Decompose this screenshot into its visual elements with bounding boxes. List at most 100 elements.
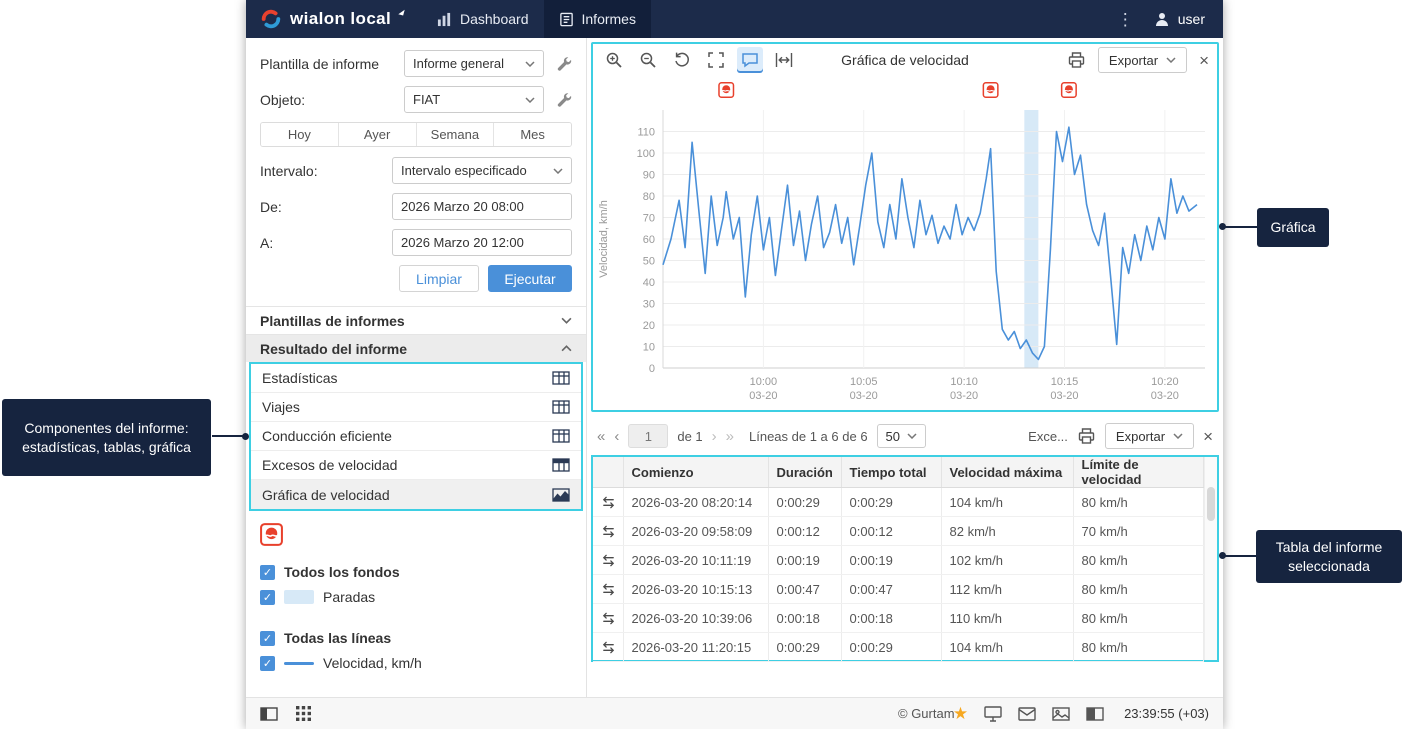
component-excesos-velocidad[interactable]: Excesos de velocidad [251,451,581,480]
svg-text:60: 60 [643,234,655,246]
execute-button[interactable]: Ejecutar [488,265,572,292]
checkbox-velocidad[interactable] [260,656,275,671]
interval-label: Intervalo: [260,163,318,179]
column-header[interactable]: Duración [768,457,841,488]
svg-text:10:05: 10:05 [850,376,878,388]
bottom-bar: © Gurtam ★ 23:39:55 (+03) [246,697,1223,729]
from-label: De: [260,199,282,215]
column-header[interactable]: Límite de velocidad [1073,457,1203,488]
print-icon[interactable] [1077,427,1096,445]
section-label: Resultado del informe [260,341,407,357]
start-time-link[interactable]: 2026-03-20 08:20:14 [623,488,768,517]
annotation-table: Tabla del informe seleccionada [1256,530,1402,583]
cell: 0:00:47 [768,575,841,604]
last-page-icon[interactable]: » [726,429,734,444]
active-table-tab-label[interactable]: Exce... [1028,429,1068,444]
cell: 110 km/h [941,604,1073,633]
zoom-in-icon[interactable] [601,47,627,73]
component-viajes[interactable]: Viajes [251,393,581,422]
wialon-logo[interactable]: wialon local [246,0,422,38]
fullscreen-icon[interactable] [703,47,729,73]
start-time-link[interactable]: 2026-03-20 10:15:13 [623,575,768,604]
monitor-icon[interactable] [984,706,1002,722]
cell: 0:00:29 [841,488,941,517]
tab-informes[interactable]: Informes [544,0,651,38]
table-row[interactable]: 2026-03-20 10:15:13 0:00:47 0:00:47 112 … [593,575,1203,604]
range-ayer-button[interactable]: Ayer [338,123,416,146]
tab-dashboard[interactable]: Dashboard [422,0,544,38]
lines-count-label: Líneas de 1 a 6 de 6 [749,429,868,444]
zoom-out-icon[interactable] [635,47,661,73]
section-resultado[interactable]: Resultado del informe [246,334,586,362]
interval-select[interactable]: Intervalo especificado [392,157,572,184]
svg-text:10:10: 10:10 [950,376,978,388]
kebab-menu-icon[interactable]: ⋮ [1117,11,1134,28]
speeding-event-marker[interactable] [1062,83,1077,98]
table-row[interactable]: 2026-03-20 11:20:15 0:00:29 0:00:29 104 … [593,633,1203,662]
layout-panel-icon[interactable] [260,707,278,721]
scrollbar-thumb[interactable] [1207,487,1215,521]
chevron-down-icon [525,61,535,67]
svg-text:03-20: 03-20 [850,390,878,402]
speeding-event-marker[interactable] [983,83,998,98]
table-export-button[interactable]: Exportar [1105,423,1194,449]
component-grafica-velocidad[interactable]: Gráfica de velocidad [251,480,581,509]
table-row[interactable]: 2026-03-20 10:11:19 0:00:19 0:00:19 102 … [593,546,1203,575]
range-semana-button[interactable]: Semana [416,123,494,146]
speeding-report-table: Comienzo Duración Tiempo total Velocidad… [591,455,1219,662]
prev-page-icon[interactable]: ‹ [614,429,619,444]
checkbox-paradas[interactable] [260,590,275,605]
tab-label: Dashboard [460,11,529,27]
cell: 0:00:18 [841,604,941,633]
start-time-link[interactable]: 2026-03-20 09:58:09 [623,517,768,546]
apps-grid-icon[interactable] [296,706,311,721]
speeding-event-marker[interactable] [719,83,734,98]
start-time-link[interactable]: 2026-03-20 10:39:06 [623,604,768,633]
tooltip-message-icon[interactable] [737,47,763,73]
star-icon[interactable]: ★ [953,705,968,722]
wrench-icon[interactable] [556,92,572,108]
table-row[interactable]: 2026-03-20 09:58:09 0:00:12 0:00:12 82 k… [593,517,1203,546]
checkbox-todos-los-fondos[interactable] [260,565,275,580]
page-number-input[interactable]: 1 [628,424,668,448]
speed-chart-plot[interactable]: 010203040506070809010011010:0003-2010:05… [593,76,1217,410]
table-close-icon[interactable]: × [1203,428,1213,445]
chart-close-icon[interactable]: × [1199,52,1209,69]
to-datetime-input[interactable] [392,229,572,256]
column-header[interactable]: Tiempo total [841,457,941,488]
cell: 0:00:47 [841,575,941,604]
section-plantillas[interactable]: Plantillas de informes [246,306,586,334]
component-conduccion-eficiente[interactable]: Conducción eficiente [251,422,581,451]
print-icon[interactable] [1067,51,1086,69]
columns-icon[interactable] [1086,707,1104,721]
checkbox-todas-las-lineas[interactable] [260,631,275,646]
tab-label: Informes [582,11,636,27]
start-time-link[interactable]: 2026-03-20 10:11:19 [623,546,768,575]
reset-zoom-icon[interactable] [669,47,695,73]
report-template-select[interactable]: Informe general [404,50,544,77]
from-datetime-input[interactable] [392,193,572,220]
wrench-icon[interactable] [556,56,572,72]
component-estadisticas[interactable]: Estadísticas [251,364,581,393]
chart-export-button[interactable]: Exportar [1098,47,1187,73]
paradas-color-swatch [284,590,314,604]
page-size-select[interactable]: 50 [877,424,926,448]
first-page-icon[interactable]: « [597,429,605,444]
component-label: Viajes [262,399,300,415]
time-interval-icon[interactable] [771,47,797,73]
next-page-icon[interactable]: › [712,429,717,444]
clear-button[interactable]: Limpiar [399,265,479,292]
object-select[interactable]: FIAT [404,86,544,113]
mail-icon[interactable] [1018,707,1036,721]
column-header[interactable]: Velocidad máxima [941,457,1073,488]
images-icon[interactable] [1052,707,1070,721]
table-row[interactable]: 2026-03-20 10:39:06 0:00:18 0:00:18 110 … [593,604,1203,633]
table-scrollbar[interactable] [1204,457,1217,660]
range-hoy-button[interactable]: Hoy [261,123,338,146]
table-row[interactable]: 2026-03-20 08:20:14 0:00:29 0:00:29 104 … [593,488,1203,517]
user-menu[interactable]: user [1154,11,1205,27]
route-arrows-icon [601,582,616,597]
column-header[interactable]: Comienzo [623,457,768,488]
range-mes-button[interactable]: Mes [493,123,571,146]
start-time-link[interactable]: 2026-03-20 11:20:15 [623,633,768,662]
